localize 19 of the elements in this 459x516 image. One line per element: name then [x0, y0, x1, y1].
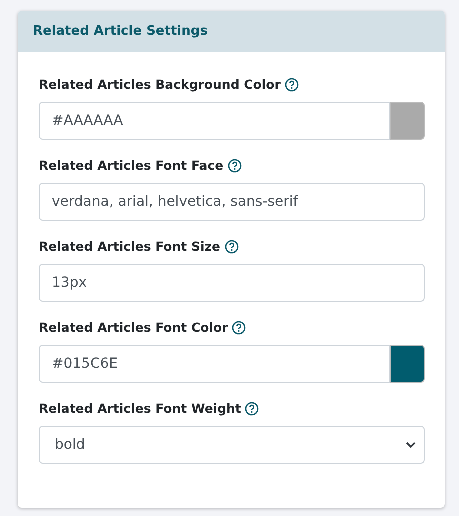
color-swatch[interactable]: [390, 102, 425, 140]
field-label: Related Articles Font Face: [39, 158, 224, 173]
text-field[interactable]: verdana, arial, helvetica, sans-serif: [39, 183, 425, 221]
help-icon[interactable]: [245, 402, 260, 416]
color-swatch[interactable]: [390, 345, 425, 383]
field-label: Related Articles Background Color: [39, 77, 281, 92]
text-field[interactable]: 13px: [39, 264, 425, 302]
help-icon[interactable]: [284, 78, 299, 92]
field-label: Related Articles Font Weight: [39, 401, 242, 416]
help-icon[interactable]: [228, 158, 242, 172]
chevron-down-icon: [406, 442, 416, 448]
panel-title: Related Article Settings: [33, 24, 208, 39]
dropdown-field[interactable]: bold: [39, 426, 425, 464]
color-field[interactable]: #015C6E: [39, 345, 390, 383]
field-label: Related Articles Font Color: [39, 320, 228, 335]
color-field[interactable]: #AAAAAA: [39, 102, 390, 140]
field-label: Related Articles Font Size: [39, 239, 221, 254]
help-icon[interactable]: [224, 240, 239, 254]
help-icon[interactable]: [232, 320, 246, 334]
